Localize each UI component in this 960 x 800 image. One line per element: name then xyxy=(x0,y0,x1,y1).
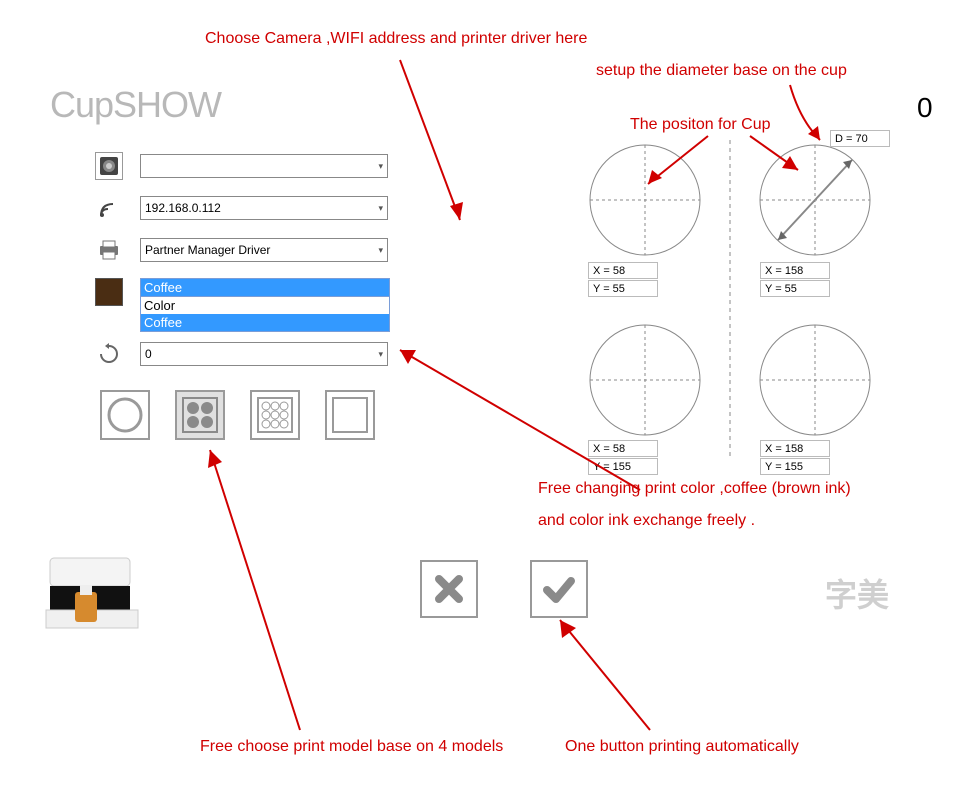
arrow-camera-wifi xyxy=(300,50,500,230)
arrow-color-change xyxy=(390,340,650,500)
app-title: CupSHOW xyxy=(50,84,221,126)
rotation-value: 0 xyxy=(145,347,152,361)
mode-blank[interactable] xyxy=(325,390,375,440)
mode-nine-cups[interactable] xyxy=(250,390,300,440)
status-zero: 0 xyxy=(917,92,933,124)
arrow-models xyxy=(190,440,330,740)
chevron-down-icon: ▾ xyxy=(378,245,383,256)
cup2-y[interactable]: Y = 55 xyxy=(760,280,830,297)
printer-select[interactable]: Partner Manager Driver ▾ xyxy=(140,238,388,262)
arrow-one-button xyxy=(540,610,680,740)
close-icon xyxy=(431,571,467,607)
camera-icon xyxy=(95,152,123,180)
printer-icon xyxy=(95,236,123,264)
cup4-y[interactable]: Y = 155 xyxy=(760,458,830,475)
ink-color-swatch xyxy=(95,278,123,306)
ink-selected: Coffee xyxy=(141,279,389,296)
cancel-button[interactable] xyxy=(420,560,478,618)
check-icon xyxy=(541,571,577,607)
annotation-diameter: setup the diameter base on the cup xyxy=(596,62,847,80)
annotation-camera-wifi: Choose Camera ,WIFI address and printer … xyxy=(205,30,587,48)
ink-select-open[interactable]: Coffee Color Coffee xyxy=(140,278,390,332)
annotation-color-change-2: and color ink exchange freely . xyxy=(538,512,755,530)
rotation-input[interactable]: 0 ▾ xyxy=(140,342,388,366)
printer-illustration xyxy=(40,540,145,650)
rotate-icon xyxy=(95,340,123,368)
ink-option-coffee[interactable]: Coffee xyxy=(141,314,389,331)
arrow-position-2 xyxy=(720,130,840,190)
watermark: 字美 xyxy=(825,570,889,616)
mode-single-cup[interactable] xyxy=(100,390,150,440)
wifi-icon xyxy=(95,194,123,222)
chevron-down-icon: ▾ xyxy=(378,349,383,360)
cup1-x[interactable]: X = 58 xyxy=(588,262,658,279)
annotation-one-button: One button printing automatically xyxy=(565,738,799,756)
cup4-x[interactable]: X = 158 xyxy=(760,440,830,457)
mode-four-cups[interactable] xyxy=(175,390,225,440)
cup2-x[interactable]: X = 158 xyxy=(760,262,830,279)
wifi-value: 192.168.0.112 xyxy=(145,201,221,215)
annotation-models: Free choose print model base on 4 models xyxy=(200,738,503,756)
printer-value: Partner Manager Driver xyxy=(145,243,270,257)
ink-option-color[interactable]: Color xyxy=(141,297,389,314)
cup1-y[interactable]: Y = 55 xyxy=(588,280,658,297)
